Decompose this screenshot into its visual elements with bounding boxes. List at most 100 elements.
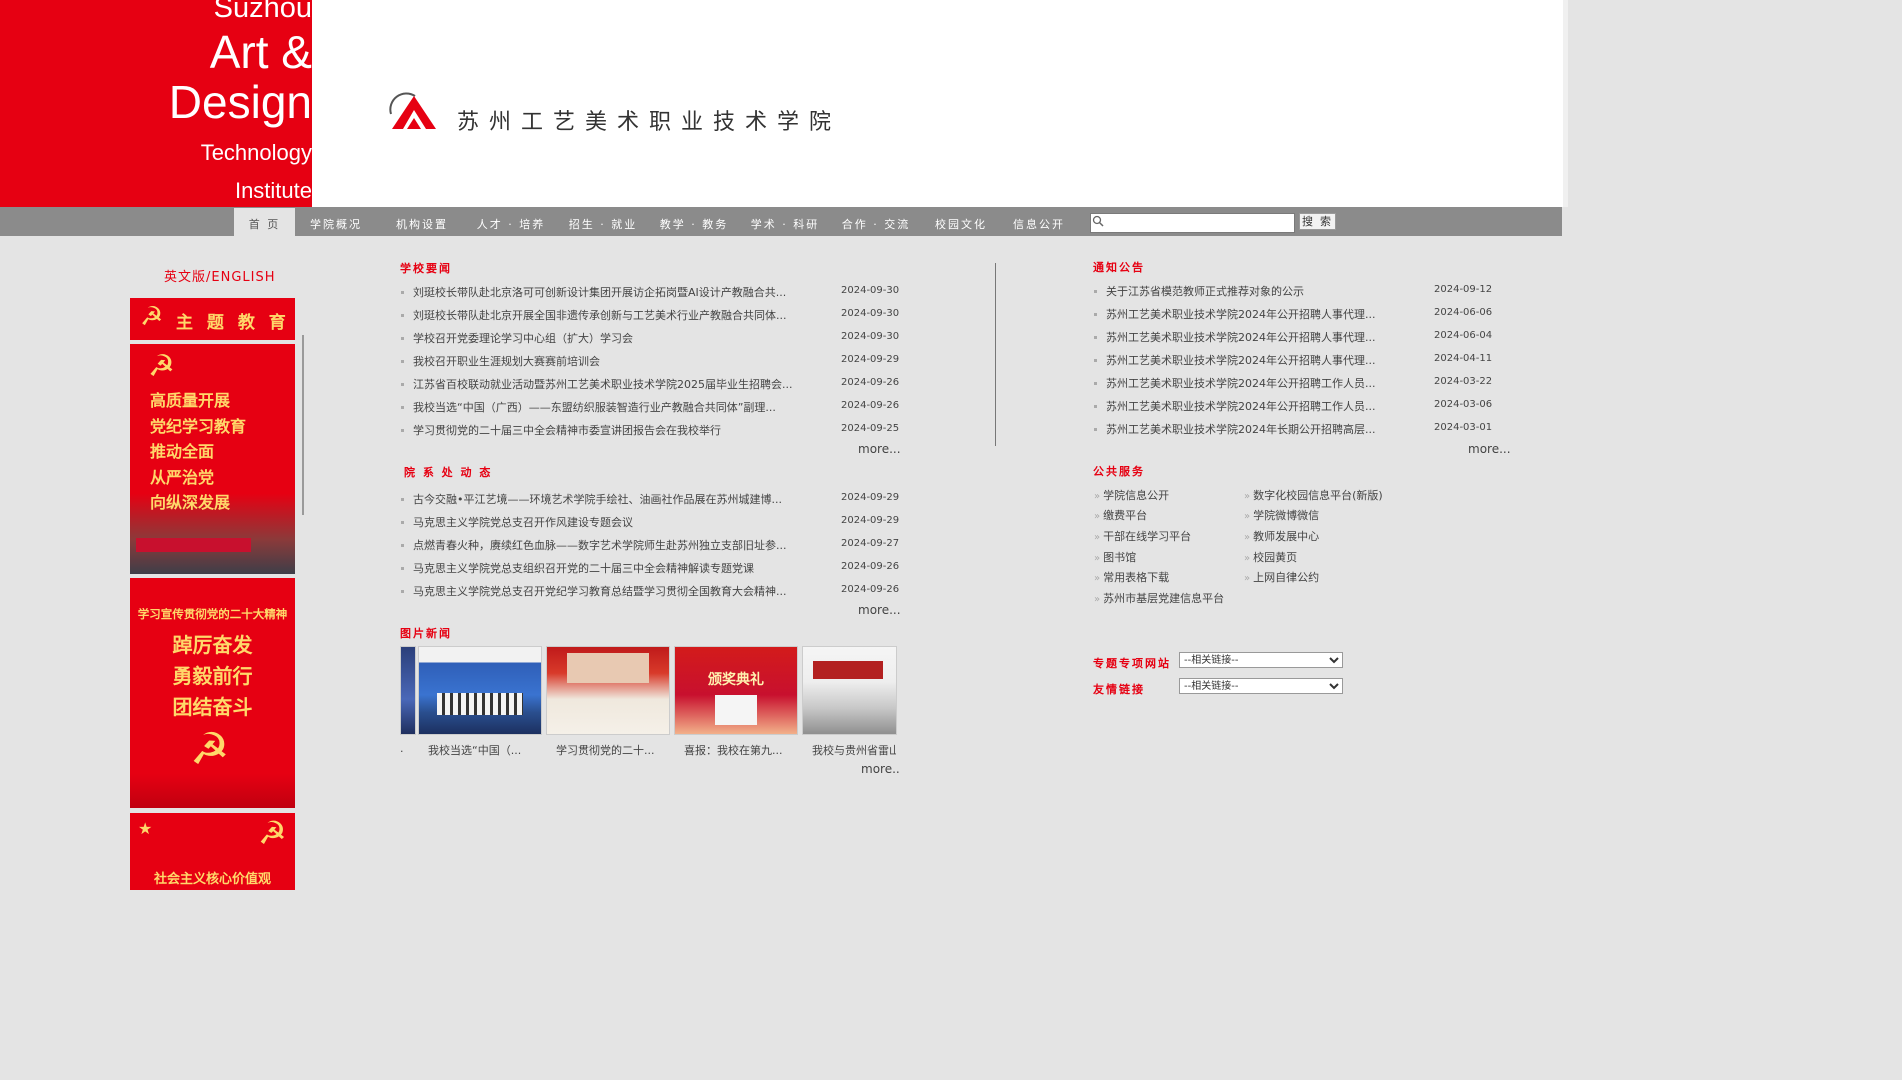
sidebar-scrollbar[interactable] bbox=[302, 335, 304, 515]
congress-banner-slogans: 踔厉奋发 勇毅前行 团结奋斗 bbox=[130, 630, 295, 723]
photo-caption-2[interactable]: 我校当选“中国（... bbox=[428, 742, 521, 758]
friend-links-select[interactable]: --相关链接-- bbox=[1179, 678, 1343, 694]
nav-departments[interactable]: 机构设置 bbox=[391, 208, 453, 236]
dept-news-title[interactable]: 院 系 处 动 态 bbox=[404, 464, 492, 480]
news-list-item[interactable]: 学校召开党委理论学习中心组（扩大）学习会 2024-09-30 bbox=[401, 330, 901, 353]
news-list-item[interactable]: 刘珽校长带队赴北京洛可可创新设计集团开展访企拓岗暨AI设计产教融合共... 202… bbox=[401, 284, 901, 307]
news-list-item[interactable]: 刘珽校长带队赴北京开展全国非遗传承创新与工艺美术行业产教融合共同体... 2024… bbox=[401, 307, 901, 330]
news-list-item[interactable]: 苏州工艺美术职业技术学院2024年公开招聘工作人员... 2024-03-06 bbox=[1094, 398, 1494, 421]
slogan-line-3: 推动全面 bbox=[150, 442, 215, 461]
nav-cooperation[interactable]: 合作 · 交流 bbox=[839, 208, 913, 236]
news-date: 2024-09-29 bbox=[841, 354, 900, 365]
news-title-link[interactable]: 马克思主义学院党总支组织召开党的二十届三中全会精神解读专题党课 bbox=[413, 560, 808, 576]
news-title-link[interactable]: 关于江苏省模范教师正式推荐对象的公示 bbox=[1106, 283, 1386, 299]
nav-campus-culture[interactable]: 校园文化 bbox=[930, 208, 992, 236]
nav-information-disclosure[interactable]: 信息公开 bbox=[1008, 208, 1070, 236]
news-title-link[interactable]: 刘珽校长带队赴北京开展全国非遗传承创新与工艺美术行业产教融合共同体... bbox=[413, 307, 808, 323]
news-list-item[interactable]: 苏州工艺美术职业技术学院2024年公开招聘人事代理... 2024-06-04 bbox=[1094, 329, 1494, 352]
news-title-link[interactable]: 苏州工艺美术职业技术学院2024年公开招聘工作人员... bbox=[1106, 398, 1386, 414]
service-link[interactable]: 校园黄页 bbox=[1244, 549, 1297, 565]
nav-about[interactable]: 学院概况 bbox=[305, 208, 367, 236]
notices-title[interactable]: 通知公告 bbox=[1093, 259, 1145, 275]
news-list-item[interactable]: 苏州工艺美术职业技术学院2024年公开招聘工作人员... 2024-03-22 bbox=[1094, 375, 1494, 398]
photo-caption-5[interactable]: 我校与贵州省雷山 bbox=[812, 742, 896, 758]
special-sites-select[interactable]: --相关链接-- bbox=[1179, 652, 1343, 668]
news-title-link[interactable]: 点燃青春火种，赓续红色血脉——数字艺术学院师生赴苏州独立支部旧址参... bbox=[413, 537, 808, 553]
news-title-link[interactable]: 我校当选“中国（广西）——东盟纺织服装智造行业产教融合共同体”副理... bbox=[413, 399, 808, 415]
nav-home[interactable]: 首 页 bbox=[234, 208, 295, 236]
news-title-link[interactable]: 我校召开职业生涯规划大赛赛前培训会 bbox=[413, 353, 808, 369]
news-date: 2024-09-12 bbox=[1434, 284, 1493, 295]
photo-news-image[interactable] bbox=[546, 646, 670, 735]
banner-caption-strip bbox=[136, 538, 251, 552]
news-title-link[interactable]: 江苏省百校联动就业活动暨苏州工艺美术职业技术学院2025届毕业生招聘会... bbox=[413, 376, 808, 392]
news-title-link[interactable]: 苏州工艺美术职业技术学院2024年公开招聘人事代理... bbox=[1106, 306, 1386, 322]
photo-news-more-link[interactable]: more.. bbox=[861, 762, 900, 776]
service-link[interactable]: 学院信息公开 bbox=[1094, 487, 1169, 503]
school-chinese-name[interactable]: 苏州工艺美术职业技术学院 bbox=[457, 104, 841, 136]
service-link[interactable]: 学院微博微信 bbox=[1244, 507, 1319, 523]
news-title-link[interactable]: 马克思主义学院党总支召开党纪学习教育总结暨学习贯彻全国教育大会精神... bbox=[413, 583, 808, 599]
photo-caption-1[interactable]: . bbox=[400, 742, 404, 755]
school-news-title[interactable]: 学校要闻 bbox=[400, 260, 452, 276]
photo-flag bbox=[715, 695, 757, 725]
school-news-more-link[interactable]: more... bbox=[858, 442, 901, 456]
news-list-item[interactable]: 江苏省百校联动就业活动暨苏州工艺美术职业技术学院2025届毕业生招聘会... 20… bbox=[401, 376, 901, 399]
service-link[interactable]: 图书馆 bbox=[1094, 549, 1136, 565]
photo-news-image[interactable] bbox=[400, 646, 416, 735]
bullet-icon bbox=[401, 590, 404, 593]
theme-education-banner[interactable]: ☭ 主 题 教 育 bbox=[130, 298, 295, 340]
photo-caption-3[interactable]: 学习贯彻党的二十... bbox=[556, 742, 655, 758]
photo-news-image[interactable] bbox=[418, 646, 542, 735]
photo-news-image[interactable]: 颁奖典礼 bbox=[674, 646, 798, 735]
twentieth-congress-banner[interactable]: 学习宣传贯彻党的二十大精神 踔厉奋发 勇毅前行 团结奋斗 ☭ bbox=[130, 578, 295, 808]
english-name-line-4: Technology bbox=[200, 140, 312, 165]
news-title-link[interactable]: 马克思主义学院党总支召开作风建设专题会议 bbox=[413, 514, 808, 530]
news-list-item[interactable]: 马克思主义学院党总支召开党纪学习教育总结暨学习贯彻全国教育大会精神... 2024… bbox=[401, 583, 901, 606]
search-button[interactable]: 搜 索 bbox=[1299, 213, 1336, 230]
service-link[interactable]: 缴费平台 bbox=[1094, 507, 1147, 523]
news-list-item[interactable]: 马克思主义学院党总支召开作风建设专题会议 2024-09-29 bbox=[401, 514, 901, 537]
news-list-item[interactable]: 马克思主义学院党总支组织召开党的二十届三中全会精神解读专题党课 2024-09-2… bbox=[401, 560, 901, 583]
news-date: 2024-09-27 bbox=[841, 538, 900, 549]
news-list-item[interactable]: 我校召开职业生涯规划大赛赛前培训会 2024-09-29 bbox=[401, 353, 901, 376]
service-link[interactable]: 数字化校园信息平台(新版) bbox=[1244, 487, 1383, 503]
nav-teaching-affairs[interactable]: 教学 · 教务 bbox=[657, 208, 731, 236]
news-list-item[interactable]: 点燃青春火种，赓续红色血脉——数字艺术学院师生赴苏州独立支部旧址参... 2024… bbox=[401, 537, 901, 560]
search-input[interactable] bbox=[1090, 213, 1295, 233]
school-logo-icon[interactable] bbox=[389, 92, 437, 130]
news-list-item[interactable]: 苏州工艺美术职业技术学院2024年长期公开招聘高层... 2024-03-01 bbox=[1094, 421, 1494, 444]
news-list-item[interactable]: 古今交融•平江艺境——环境艺术学院手绘社、油画社作品展在苏州城建博... 2024… bbox=[401, 491, 901, 514]
news-list-item[interactable]: 苏州工艺美术职业技术学院2024年公开招聘人事代理... 2024-06-06 bbox=[1094, 306, 1494, 329]
discipline-education-banner[interactable]: ☭ 高质量开展 党纪学习教育 推动全面 从严治党 向纵深发展 bbox=[130, 344, 295, 574]
news-list-item[interactable]: 苏州工艺美术职业技术学院2024年公开招聘人事代理... 2024-04-11 bbox=[1094, 352, 1494, 375]
photo-news-title[interactable]: 图片新闻 bbox=[400, 625, 452, 641]
service-link[interactable]: 上网自律公约 bbox=[1244, 569, 1319, 585]
theme-education-label: 主 题 教 育 bbox=[176, 313, 290, 333]
news-title-link[interactable]: 学校召开党委理论学习中心组（扩大）学习会 bbox=[413, 330, 808, 346]
news-title-link[interactable]: 古今交融•平江艺境——环境艺术学院手绘社、油画社作品展在苏州城建博... bbox=[413, 491, 808, 507]
service-link[interactable]: 常用表格下载 bbox=[1094, 569, 1169, 585]
news-list-item[interactable]: 学习贯彻党的二十届三中全会精神市委宣讲团报告会在我校举行 2024-09-25 bbox=[401, 422, 901, 445]
nav-talent-training[interactable]: 人才 · 培养 bbox=[474, 208, 548, 236]
photo-caption-4[interactable]: 喜报：我校在第九... bbox=[684, 742, 783, 758]
service-link[interactable]: 干部在线学习平台 bbox=[1094, 528, 1191, 544]
bullet-icon bbox=[401, 337, 404, 340]
news-title-link[interactable]: 刘珽校长带队赴北京洛可可创新设计集团开展访企拓岗暨AI设计产教融合共... bbox=[413, 284, 808, 300]
service-link[interactable]: 教师发展中心 bbox=[1244, 528, 1319, 544]
core-values-banner[interactable]: ★ ☭ 社会主义核心价值观 bbox=[130, 813, 295, 890]
english-version-link[interactable]: 英文版/ENGLISH bbox=[164, 266, 276, 285]
news-title-link[interactable]: 苏州工艺美术职业技术学院2024年公开招聘工作人员... bbox=[1106, 375, 1386, 391]
service-link[interactable]: 苏州市基层党建信息平台 bbox=[1094, 590, 1224, 606]
news-title-link[interactable]: 学习贯彻党的二十届三中全会精神市委宣讲团报告会在我校举行 bbox=[413, 422, 808, 438]
photo-news-image[interactable] bbox=[802, 646, 897, 735]
news-title-link[interactable]: 苏州工艺美术职业技术学院2024年长期公开招聘高层... bbox=[1106, 421, 1386, 437]
notices-more-link[interactable]: more... bbox=[1468, 442, 1511, 456]
news-title-link[interactable]: 苏州工艺美术职业技术学院2024年公开招聘人事代理... bbox=[1106, 352, 1386, 368]
nav-research[interactable]: 学术 · 科研 bbox=[748, 208, 822, 236]
nav-admissions-employment[interactable]: 招生 · 就业 bbox=[566, 208, 640, 236]
news-title-link[interactable]: 苏州工艺美术职业技术学院2024年公开招聘人事代理... bbox=[1106, 329, 1386, 345]
news-list-item[interactable]: 关于江苏省模范教师正式推荐对象的公示 2024-09-12 bbox=[1094, 283, 1494, 306]
dept-news-more-link[interactable]: more... bbox=[858, 603, 901, 617]
news-list-item[interactable]: 我校当选“中国（广西）——东盟纺织服装智造行业产教融合共同体”副理... 2024… bbox=[401, 399, 901, 422]
